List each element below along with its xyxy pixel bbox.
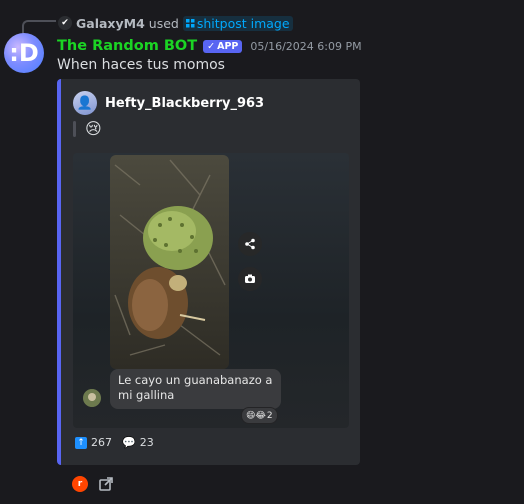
- quote-emoji: 😢: [85, 119, 102, 138]
- message-actions: r: [72, 476, 114, 492]
- command-name: shitpost image: [196, 15, 290, 31]
- check-icon: ✓: [207, 40, 216, 52]
- video-frame: [110, 155, 229, 369]
- comment-count: 23: [139, 436, 154, 449]
- message-content: When haces tus momos: [57, 57, 225, 73]
- app-badge-label: APP: [217, 40, 239, 52]
- grid-icon: [185, 18, 195, 27]
- reaction-emojis: 😄😂: [246, 410, 266, 421]
- external-link-icon[interactable]: [98, 476, 114, 492]
- reply-avatar: ✔: [58, 16, 72, 30]
- camera-icon[interactable]: [238, 267, 262, 291]
- reply-connector: [22, 20, 56, 34]
- embed-image[interactable]: Le cayo un guanabanazo a mi gallina 😄😂 2: [73, 153, 349, 428]
- caption-avatar: [83, 389, 101, 407]
- share-icon[interactable]: [238, 232, 262, 256]
- message-timestamp: 05/16/2024 6:09 PM: [250, 39, 362, 53]
- reddit-icon[interactable]: r: [72, 476, 88, 492]
- embed-author[interactable]: 👤 Hefty_Blackberry_963: [73, 91, 264, 115]
- caption-bubble: Le cayo un guanabanazo a mi gallina: [110, 369, 281, 409]
- reply-action: used: [148, 15, 179, 31]
- durian-chicken-photo: [110, 155, 229, 369]
- author-name[interactable]: Hefty_Blackberry_963: [105, 96, 264, 111]
- bot-username[interactable]: The Random BOT: [57, 38, 197, 54]
- embed-card: 👤 Hefty_Blackberry_963 😢 Le cayo un guan…: [57, 79, 360, 465]
- author-avatar: 👤: [73, 91, 97, 115]
- reply-username[interactable]: GalaxyM4: [76, 16, 145, 31]
- reaction-count: 2: [266, 410, 273, 421]
- comment-icon: 💬: [122, 436, 136, 449]
- command-mention[interactable]: shitpost image: [182, 15, 293, 31]
- message-header: The Random BOT ✓ APP 05/16/2024 6:09 PM: [57, 36, 362, 56]
- upvote-count: 267: [91, 436, 112, 449]
- bot-avatar[interactable]: :D: [4, 33, 44, 73]
- quote-bar: [73, 121, 76, 137]
- embed-footer: ↑ 267 💬 23: [75, 436, 154, 449]
- upvote-icon: ↑: [75, 436, 87, 449]
- reply-reference[interactable]: ✔ GalaxyM4 used shitpost image: [58, 14, 293, 32]
- reactions-pill[interactable]: 😄😂 2: [241, 407, 278, 424]
- app-badge: ✓ APP: [203, 39, 243, 53]
